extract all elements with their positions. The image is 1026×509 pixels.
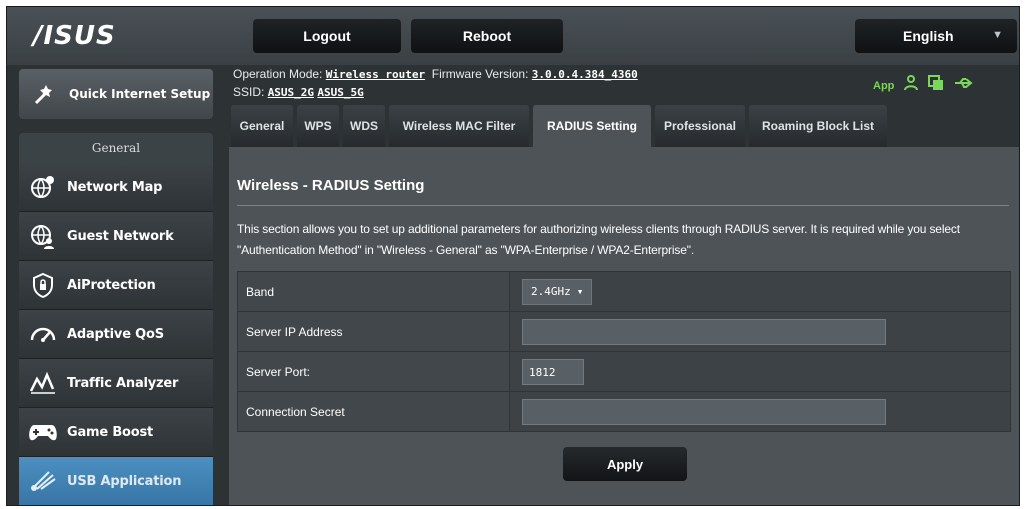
aiprotection-icon	[27, 269, 59, 301]
sidebar-section-general: General	[19, 133, 213, 163]
usb-application-icon	[27, 465, 59, 497]
table-row: Band 2.4GHz ▾	[237, 271, 1011, 312]
user-icon[interactable]	[904, 75, 919, 96]
connection-secret-input[interactable]	[522, 398, 886, 425]
server-ip-input[interactable]	[522, 318, 886, 345]
band-select[interactable]: 2.4GHz ▾	[522, 278, 593, 305]
adaptive-qos-icon	[27, 318, 59, 350]
band-value: 2.4GHz	[531, 285, 571, 298]
logout-button[interactable]: Logout	[253, 19, 401, 53]
sidebar-item-traffic-analyzer[interactable]: Traffic Analyzer	[19, 359, 213, 408]
caret-down-icon: ▾	[576, 285, 584, 298]
sidebar-item-label: Guest Network	[67, 228, 174, 244]
operation-mode-row: Operation Mode: Wireless router Firmware…	[233, 67, 638, 81]
server-port-label: Server Port:	[237, 351, 510, 392]
tab-roaming-block-list[interactable]: Roaming Block List	[749, 105, 887, 147]
table-row: Server IP Address	[237, 311, 1011, 352]
title-divider	[237, 205, 1009, 206]
table-row: Server Port: 1812	[237, 351, 1011, 392]
server-ip-cell	[509, 311, 1011, 352]
guest-network-icon	[27, 220, 59, 252]
band-cell: 2.4GHz ▾	[509, 271, 1011, 312]
game-boost-icon	[27, 416, 59, 448]
sidebar-item-label: Network Map	[67, 179, 163, 195]
firmware-label: Firmware Version:	[431, 67, 529, 81]
firmware-version-link[interactable]: 3.0.0.4.384_4360	[532, 68, 638, 81]
server-ip-label: Server IP Address	[237, 311, 510, 352]
sidebar-item-network-map[interactable]: Network Map	[19, 163, 213, 212]
sidebar-item-label: AiProtection	[67, 277, 156, 293]
app-link[interactable]: App	[873, 80, 894, 92]
sidebar-item-aiprotection[interactable]: AiProtection	[19, 261, 213, 310]
tab-bar: General WPS WDS Wireless MAC Filter RADI…	[231, 105, 887, 147]
tab-radius-setting[interactable]: RADIUS Setting	[533, 105, 651, 147]
table-row: Connection Secret	[237, 391, 1011, 432]
status-icons: App	[873, 75, 974, 96]
network-map-icon	[27, 171, 59, 203]
operation-mode-link[interactable]: Wireless router	[326, 68, 425, 81]
tab-wps[interactable]: WPS	[297, 105, 339, 147]
server-port-cell: 1812	[509, 351, 1011, 392]
band-label: Band	[237, 271, 510, 312]
ssid-2g-link[interactable]: ASUS_2G	[268, 86, 314, 99]
caret-down-icon: ▼	[992, 29, 1003, 41]
usb-status-icon[interactable]	[954, 76, 974, 95]
ssid-5g-link[interactable]: ASUS_5G	[317, 86, 363, 99]
tab-wds[interactable]: WDS	[343, 105, 385, 147]
connection-secret-label: Connection Secret	[237, 391, 510, 432]
content-panel: Wireless - RADIUS Setting This section a…	[229, 147, 1019, 505]
page-title: Wireless - RADIUS Setting	[237, 177, 425, 194]
sidebar-item-label: Traffic Analyzer	[67, 375, 179, 391]
tab-general[interactable]: General	[231, 105, 293, 147]
sidebar-item-label: Game Boost	[67, 424, 154, 440]
ssid-label: SSID:	[233, 85, 265, 99]
server-port-input[interactable]: 1812	[522, 358, 584, 385]
tab-professional[interactable]: Professional	[655, 105, 745, 147]
sidebar-item-adaptive-qos[interactable]: Adaptive QoS	[19, 310, 213, 359]
asus-logo: /ISUS	[33, 21, 116, 51]
copy-icon[interactable]	[928, 75, 944, 96]
quick-internet-setup-button[interactable]: Quick Internet Setup	[19, 69, 213, 119]
ssid-row: SSID: ASUS_2G ASUS_5G	[233, 85, 364, 99]
traffic-analyzer-icon	[27, 367, 59, 399]
top-bar: /ISUS Logout Reboot English ▼	[7, 7, 1019, 65]
language-value: English	[903, 28, 954, 44]
operation-mode-label: Operation Mode:	[233, 67, 323, 81]
page-description: This section allows you to set up additi…	[237, 222, 960, 257]
sidebar-item-game-boost[interactable]: Game Boost	[19, 408, 213, 457]
sidebar-item-guest-network[interactable]: Guest Network	[19, 212, 213, 261]
radius-settings-table: Band 2.4GHz ▾ Server IP Address Server P…	[237, 271, 1011, 432]
sidebar-item-label: USB Application	[67, 473, 182, 489]
sidebar-item-usb-application[interactable]: USB Application	[19, 457, 213, 505]
connection-secret-cell	[509, 391, 1011, 432]
sidebar-item-label: Adaptive QoS	[67, 326, 164, 342]
quick-internet-setup-label: Quick Internet Setup	[69, 86, 211, 101]
reboot-button[interactable]: Reboot	[411, 19, 563, 53]
apply-button[interactable]: Apply	[563, 447, 687, 481]
language-select[interactable]: English ▼	[855, 19, 1017, 53]
router-admin-window: /ISUS Logout Reboot English ▼ Quick Inte…	[6, 6, 1020, 506]
tab-wireless-mac-filter[interactable]: Wireless MAC Filter	[389, 105, 529, 147]
sidebar-nav: Network Map Guest Network AiProtection A…	[19, 163, 213, 505]
wizard-icon	[31, 80, 59, 108]
